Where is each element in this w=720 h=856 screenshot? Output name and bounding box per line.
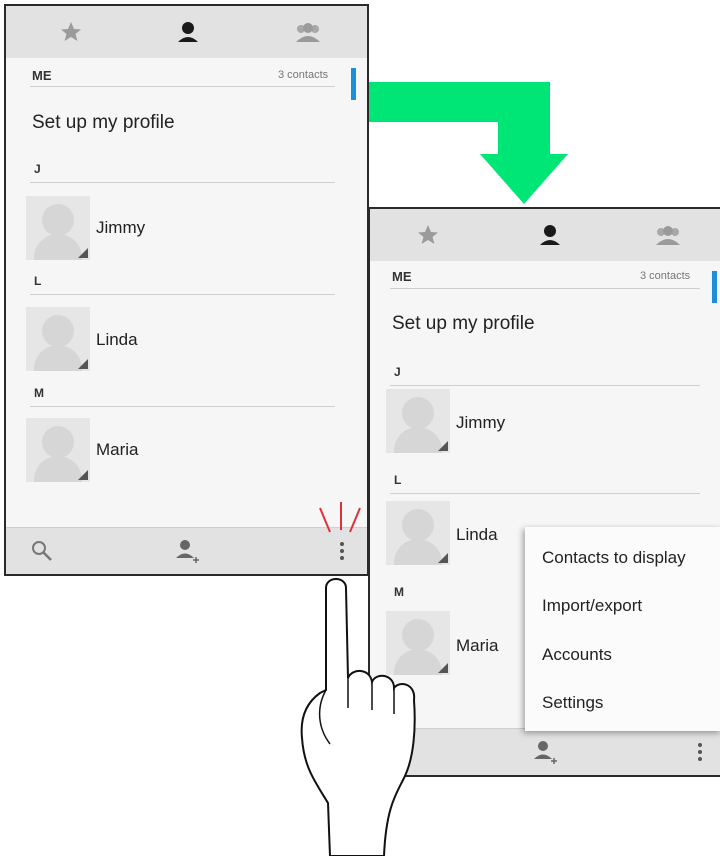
set-up-profile-link[interactable]: Set up my profile	[392, 313, 535, 335]
contact-name-maria[interactable]: Maria	[456, 636, 499, 656]
menu-item-import-export[interactable]: Import/export	[542, 596, 642, 616]
section-header-me: ME	[32, 68, 52, 83]
avatar[interactable]	[386, 389, 450, 453]
letter-header-j: J	[394, 365, 401, 379]
menu-item-contacts-to-display[interactable]: Contacts to display	[542, 548, 686, 568]
contact-name-maria[interactable]: Maria	[96, 440, 139, 460]
add-contact-icon	[176, 540, 199, 563]
letter-header-l: L	[394, 473, 402, 487]
contacts-screen-before: ME 3 contacts Set up my profile J Jimmy …	[4, 4, 369, 576]
letter-header-m: M	[34, 386, 44, 400]
tab-contacts[interactable]	[520, 209, 580, 261]
contacts-count: 3 contacts	[640, 270, 691, 282]
tab-groups[interactable]	[278, 6, 338, 58]
transition-arrow-icon	[368, 82, 568, 204]
person-icon	[540, 225, 560, 245]
tab-favorites[interactable]	[41, 6, 101, 58]
person-icon	[178, 22, 198, 42]
search-icon	[32, 541, 52, 561]
group-icon	[656, 226, 680, 245]
overflow-menu-button[interactable]	[682, 735, 718, 769]
overflow-menu-button[interactable]	[324, 534, 360, 568]
letter-header-l: L	[34, 274, 42, 288]
tab-bar	[6, 6, 367, 59]
divider	[390, 493, 700, 494]
contact-name-jimmy[interactable]: Jimmy	[96, 218, 145, 238]
tab-bar	[370, 209, 720, 262]
scroll-indicator	[712, 271, 717, 303]
star-icon	[61, 22, 81, 41]
avatar[interactable]	[386, 501, 450, 565]
scroll-indicator	[351, 68, 356, 100]
avatar[interactable]	[26, 307, 90, 371]
divider	[390, 288, 700, 289]
divider	[30, 406, 335, 407]
divider	[30, 294, 335, 295]
contacts-count: 3 contacts	[278, 69, 329, 81]
star-icon	[418, 225, 438, 244]
tap-indicator-icon	[319, 502, 361, 533]
tab-groups[interactable]	[638, 209, 698, 261]
overflow-menu-icon	[698, 743, 702, 761]
contact-name-jimmy[interactable]: Jimmy	[456, 413, 505, 433]
avatar[interactable]	[26, 418, 90, 482]
add-contact-button[interactable]	[528, 735, 564, 769]
contact-name-linda[interactable]: Linda	[96, 330, 138, 350]
menu-item-settings[interactable]: Settings	[542, 693, 603, 713]
search-button[interactable]	[24, 534, 60, 568]
menu-item-accounts[interactable]: Accounts	[542, 645, 612, 665]
tab-favorites[interactable]	[398, 209, 458, 261]
divider	[30, 86, 335, 87]
add-contact-button[interactable]	[170, 534, 206, 568]
divider	[390, 385, 700, 386]
letter-header-j: J	[34, 162, 41, 176]
pointing-hand-icon	[300, 578, 416, 856]
tab-contacts[interactable]	[158, 6, 218, 58]
contact-list[interactable]: ME 3 contacts Set up my profile J Jimmy …	[6, 58, 367, 528]
section-header-me: ME	[392, 269, 412, 284]
contact-name-linda[interactable]: Linda	[456, 525, 498, 545]
set-up-profile-link[interactable]: Set up my profile	[32, 112, 175, 134]
overflow-menu: Contacts to display Import/export Accoun…	[525, 527, 720, 731]
overflow-menu-icon	[340, 542, 344, 560]
add-contact-icon	[534, 741, 557, 764]
avatar[interactable]	[26, 196, 90, 260]
group-icon	[296, 23, 320, 42]
divider	[30, 182, 335, 183]
